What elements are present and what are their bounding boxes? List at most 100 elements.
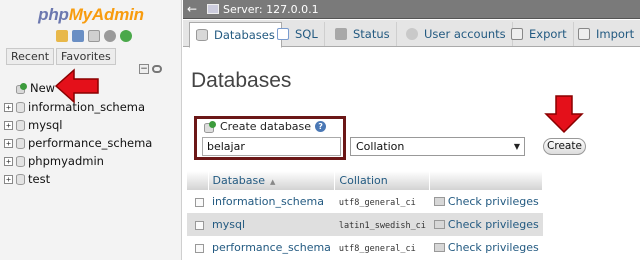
header-database-label: Database bbox=[212, 174, 266, 187]
import-icon bbox=[578, 28, 590, 40]
settings-icon[interactable] bbox=[104, 30, 116, 42]
server-icon bbox=[207, 4, 219, 14]
status-icon bbox=[335, 28, 347, 40]
tab-label: Status bbox=[353, 27, 390, 41]
check-privileges-label: Check privileges bbox=[447, 241, 539, 254]
table-row: performance_schema utf8_general_ci Check… bbox=[187, 236, 543, 259]
phpmyadmin-logo[interactable]: phpMyAdmin bbox=[0, 5, 182, 25]
tree-item-phpmyadmin[interactable]: + phpmyadmin bbox=[4, 153, 104, 169]
table-header-row: Database ▲ Collation bbox=[187, 171, 544, 190]
tab-status[interactable]: Status bbox=[329, 22, 397, 46]
tree-item-label: phpmyadmin bbox=[28, 154, 104, 168]
users-icon bbox=[406, 28, 418, 40]
row-checkbox[interactable] bbox=[195, 243, 204, 253]
create-database-label: Create database ? bbox=[204, 120, 327, 133]
table-row: information_schema utf8_general_ci Check… bbox=[187, 190, 543, 213]
tab-databases[interactable]: Databases bbox=[189, 22, 282, 48]
expand-icon[interactable]: + bbox=[4, 138, 13, 148]
row-checkbox[interactable] bbox=[195, 197, 204, 207]
database-icon bbox=[16, 101, 25, 113]
header-collation[interactable]: Collation bbox=[334, 171, 431, 190]
back-arrow-icon[interactable]: ← bbox=[183, 2, 201, 16]
collation-value: utf8_general_ci bbox=[338, 198, 416, 208]
exit-icon[interactable] bbox=[72, 30, 84, 42]
collation-value: latin1_swedish_ci bbox=[338, 221, 426, 231]
database-link[interactable]: mysql bbox=[212, 218, 245, 231]
database-link[interactable]: performance_schema bbox=[212, 241, 331, 254]
tab-export[interactable]: Export bbox=[505, 22, 574, 46]
nav-tabs: Recent Favorites bbox=[6, 48, 116, 65]
tree-item-new[interactable]: New bbox=[16, 80, 55, 96]
database-icon bbox=[16, 173, 25, 185]
chevron-down-icon: ▼ bbox=[513, 142, 520, 151]
expand-icon[interactable]: + bbox=[4, 120, 13, 130]
create-database-icon bbox=[204, 120, 216, 133]
databases-table: Database ▲ Collation information_schema u… bbox=[187, 171, 544, 259]
database-icon bbox=[16, 137, 25, 149]
privileges-icon bbox=[433, 243, 445, 252]
tree-item-label: performance_schema bbox=[28, 136, 153, 150]
collation-select-value: Collation bbox=[356, 140, 405, 153]
create-button[interactable]: Create bbox=[543, 138, 586, 155]
check-privileges-link[interactable]: Check privileges bbox=[433, 241, 539, 254]
tree-item-label: New bbox=[30, 81, 56, 95]
sql-icon bbox=[277, 28, 289, 40]
check-privileges-link[interactable]: Check privileges bbox=[433, 218, 539, 231]
create-database-text: Create database bbox=[220, 120, 312, 133]
collation-select[interactable]: Collation ▼ bbox=[350, 137, 525, 156]
database-name-input[interactable] bbox=[202, 137, 341, 156]
export-icon bbox=[511, 28, 523, 40]
nav-icon-bar bbox=[56, 30, 132, 44]
left-pointing-arrow-annotation bbox=[54, 68, 99, 104]
tree-item-test[interactable]: + test bbox=[4, 171, 50, 187]
database-link[interactable]: information_schema bbox=[212, 195, 324, 208]
tab-label: Export bbox=[529, 27, 567, 41]
logo-php-text: php bbox=[38, 5, 69, 24]
expand-icon[interactable]: + bbox=[4, 156, 13, 166]
privileges-icon bbox=[433, 197, 445, 206]
database-icon bbox=[196, 29, 208, 41]
new-database-icon bbox=[16, 82, 27, 94]
main-tab-bar: Databases SQL Status User accounts Expor… bbox=[183, 20, 640, 48]
link-with-main-icon[interactable] bbox=[152, 65, 162, 73]
tree-item-mysql[interactable]: + mysql bbox=[4, 117, 63, 133]
tab-favorites[interactable]: Favorites bbox=[56, 48, 116, 65]
tree-item-label: test bbox=[28, 172, 51, 186]
page-title: Databases bbox=[191, 69, 292, 92]
tab-import[interactable]: Import bbox=[572, 22, 640, 46]
header-actions bbox=[429, 171, 544, 190]
expand-icon[interactable]: + bbox=[4, 174, 13, 184]
docs-icon[interactable] bbox=[88, 30, 100, 42]
tab-label: User accounts bbox=[424, 27, 506, 41]
header-checkbox-cell bbox=[187, 171, 209, 190]
server-breadcrumb[interactable]: Server: 127.0.0.1 bbox=[223, 3, 319, 16]
logo-myadmin-text: MyAdmin bbox=[68, 5, 144, 24]
privileges-icon bbox=[433, 220, 445, 229]
tree-controls: − bbox=[139, 64, 162, 74]
reload-icon[interactable] bbox=[120, 30, 132, 42]
database-icon bbox=[16, 155, 25, 167]
tree-item-label: mysql bbox=[28, 118, 63, 132]
tab-label: SQL bbox=[295, 27, 318, 41]
sort-ascending-icon: ▲ bbox=[270, 178, 276, 186]
header-database[interactable]: Database ▲ bbox=[208, 171, 336, 190]
tab-label: Databases bbox=[214, 28, 275, 42]
database-icon bbox=[16, 119, 25, 131]
tab-sql[interactable]: SQL bbox=[271, 22, 325, 46]
home-icon[interactable] bbox=[56, 30, 68, 42]
down-pointing-arrow-annotation bbox=[544, 95, 584, 134]
collation-value: utf8_general_ci bbox=[338, 244, 416, 254]
help-icon[interactable]: ? bbox=[315, 121, 327, 132]
check-privileges-label: Check privileges bbox=[447, 195, 539, 208]
check-privileges-link[interactable]: Check privileges bbox=[433, 195, 539, 208]
tab-recent[interactable]: Recent bbox=[6, 48, 55, 65]
tab-label: Import bbox=[596, 27, 635, 41]
check-privileges-label: Check privileges bbox=[447, 218, 539, 231]
table-row: mysql latin1_swedish_ci Check privileges bbox=[187, 213, 543, 236]
tab-user-accounts[interactable]: User accounts bbox=[400, 22, 513, 46]
server-breadcrumb-bar: ← Server: 127.0.0.1 bbox=[183, 0, 640, 19]
expand-icon[interactable]: + bbox=[4, 102, 13, 112]
collapse-all-button[interactable]: − bbox=[139, 64, 149, 74]
row-checkbox[interactable] bbox=[195, 220, 204, 230]
tree-item-performance-schema[interactable]: + performance_schema bbox=[4, 135, 152, 151]
